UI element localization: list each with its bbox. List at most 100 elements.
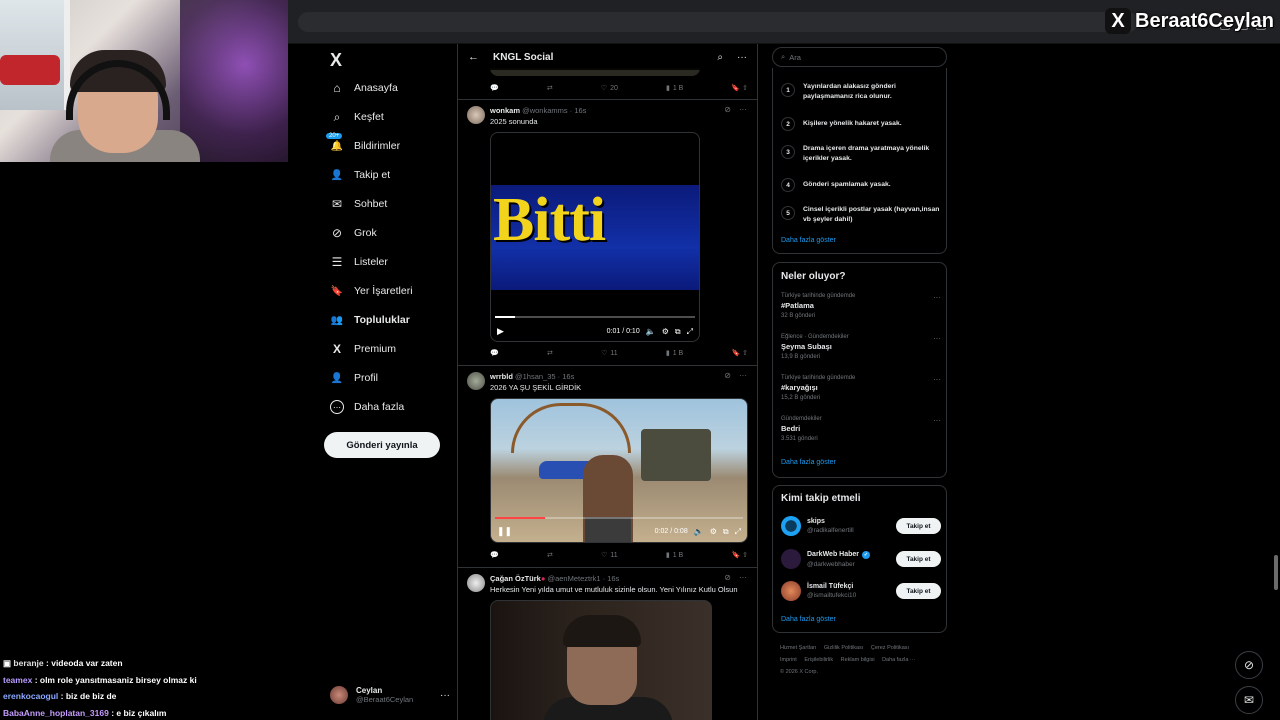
profile-icon: 👤 [330,372,344,384]
nav-item-home[interactable]: ⌂ Anasayfa [330,78,397,98]
settings-icon[interactable]: ⚙ [662,327,669,336]
nav-item-grok[interactable]: ⊘ Grok [330,223,377,243]
nav-label: Yer İşaretleri [354,285,413,297]
suggested-account[interactable]: İsmail Tüfekçi @ismailtufekci10 Takip et [781,581,941,601]
more-icon[interactable]: ··· [933,293,941,302]
tweet-author[interactable]: wonkam [490,106,520,115]
nav-item-bookmarks[interactable]: 🔖 Yer İşaretleri [330,281,413,301]
settings-icon[interactable]: ⚙ [710,527,717,536]
more-icon[interactable]: ··· [739,371,747,380]
rule-item[interactable]: 1 Yayınlardan alakasız gönderi paylaşmama… [781,82,941,101]
suggested-account[interactable]: skips @radikalfenertill Takip et [781,516,941,536]
trend-item[interactable]: Gündemdekiler Bedri 3.531 gönderi ··· [781,416,941,442]
tweet-video[interactable]: ❚❚ 0:02 / 0:08 🔈 ⚙ ⧉ ⤢ [490,398,748,543]
nav-item-premium[interactable]: X Premium [330,339,396,359]
tweet-menu: ⊘ ··· [724,573,747,582]
grok-icon[interactable]: ⊘ [724,105,731,114]
messages-button[interactable]: ✉ [1235,686,1263,714]
suggested-account[interactable]: DarkWeb Haber ✓ @darkwebhaber Takip et [781,549,941,569]
views-button[interactable]: ▮ 1 B [666,551,683,560]
nav-item-explore[interactable]: ⌕ Keşfet [330,107,384,127]
reply-icon[interactable]: 💬 [490,349,499,357]
avatar[interactable] [467,574,485,592]
pip-icon[interactable]: ⧉ [723,527,729,537]
account-switcher[interactable]: Ceylan @Beraat6Ceylan ··· [330,686,450,704]
x-logo-icon[interactable]: X [330,50,342,71]
tweet-video[interactable] [490,600,712,720]
nav-item-profile[interactable]: 👤 Profil [330,368,378,388]
rule-item[interactable]: 4 Gönderi spamlamak yasak. [781,177,941,192]
footer-link[interactable]: Hizmet Şartları [780,645,816,651]
nav-item-more[interactable]: ⋯ Daha fazla [330,397,404,417]
more-icon[interactable]: ··· [440,690,450,701]
tweet-video[interactable]: Bitti ▶ 0:01 / 0:10 🔈 ⚙ ⧉ ⤢ [490,132,700,342]
search-icon[interactable]: ⌕ [717,52,723,63]
tweet-author[interactable]: wrrbld [490,372,513,381]
post-button[interactable]: Gönderi yayınla [324,432,440,458]
nav-item-communities[interactable]: 👥 Topluluklar [330,310,410,330]
pause-icon[interactable]: ❚❚ [497,526,512,537]
views-button[interactable]: ▮ 1 B [666,349,683,358]
grok-button[interactable]: ⊘ [1235,651,1263,679]
more-icon[interactable]: ··· [737,52,747,63]
rule-item[interactable]: 2 Kişilere yönelik hakaret yasak. [781,116,941,131]
pip-icon[interactable]: ⧉ [675,327,681,337]
mute-icon[interactable]: 🔈 [694,527,704,536]
avatar[interactable] [467,106,485,124]
show-more-link[interactable]: Daha fazla göster [781,616,836,623]
footer-link[interactable]: Çerez Politikası [871,645,909,651]
nav-item-notifications[interactable]: 🔔 20+ Bildirimler [326,133,400,156]
trend-item[interactable]: Türkiye tarihinde gündemde #Patlama 32 B… [781,293,941,319]
bookmark-icon[interactable]: 🔖 ⇧ [731,349,748,357]
fullscreen-icon[interactable]: ⤢ [735,527,741,537]
divider [458,365,757,366]
grok-icon[interactable]: ⊘ [724,371,731,380]
like-button[interactable]: ♡ 11 [601,349,618,358]
fullscreen-icon[interactable]: ⤢ [687,327,693,337]
footer-link[interactable]: Reklam bilgisi [841,657,875,663]
like-button[interactable]: ♡ 20 [601,84,618,93]
reply-icon[interactable]: 💬 [490,84,499,92]
avatar[interactable] [467,372,485,390]
follow-button[interactable]: Takip et [896,551,941,567]
more-icon[interactable]: ··· [933,334,941,343]
tweet-author[interactable]: Çağan ÖzTürk [490,574,541,583]
nav-item-chat[interactable]: ✉ Sohbet [330,194,387,214]
video-progress[interactable] [495,316,695,318]
address-bar[interactable] [298,12,1138,32]
video-progress[interactable] [495,517,743,519]
views-button[interactable]: ▮ 1 B [666,84,683,93]
page-scrollbar[interactable] [1274,555,1278,590]
like-button[interactable]: ♡ 11 [601,551,618,560]
retweet-icon[interactable]: ⇄ [547,349,553,357]
search-input[interactable]: ⌕ Ara [772,47,947,67]
more-icon[interactable]: ··· [933,375,941,384]
follow-button[interactable]: Takip et [896,583,941,599]
footer-link[interactable]: Erişilebilirlik [804,657,833,663]
chat-text: : olm role yansıtmasaniz birsey olmaz ki [34,674,197,685]
more-icon[interactable]: ··· [933,416,941,425]
trend-item[interactable]: Eğlence · Gündemdekiler Şeyma Subaşı 13,… [781,334,941,360]
rule-item[interactable]: 3 Drama içeren drama yaratmaya yönelik iç… [781,144,941,163]
more-icon[interactable]: ··· [739,105,747,114]
reply-icon[interactable]: 💬 [490,551,499,559]
bookmark-icon[interactable]: 🔖 ⇧ [731,551,748,559]
show-more-link[interactable]: Daha fazla göster [781,237,836,244]
grok-icon[interactable]: ⊘ [724,573,731,582]
retweet-icon[interactable]: ⇄ [547,84,553,92]
show-more-link[interactable]: Daha fazla göster [781,459,836,466]
footer-link[interactable]: Imprint [780,657,797,663]
rule-item[interactable]: 5 Cinsel içerikli postlar yasak (hayvan,i… [781,205,941,224]
nav-item-follow[interactable]: 👤 Takip et [330,165,390,185]
play-icon[interactable]: ▶ [497,326,504,337]
footer-link[interactable]: Daha fazla ··· [882,657,915,663]
trend-item[interactable]: Türkiye tarihinde gündemde #karyağışı 15… [781,375,941,401]
footer-link[interactable]: Gizlilik Politikası [824,645,863,651]
nav-item-lists[interactable]: ☰ Listeler [330,252,388,272]
bookmark-icon[interactable]: 🔖 ⇧ [731,84,748,92]
more-icon[interactable]: ··· [739,573,747,582]
follow-button[interactable]: Takip et [896,518,941,534]
back-arrow-icon[interactable]: ← [468,51,479,63]
retweet-icon[interactable]: ⇄ [547,551,553,559]
mute-icon[interactable]: 🔈 [646,327,656,336]
